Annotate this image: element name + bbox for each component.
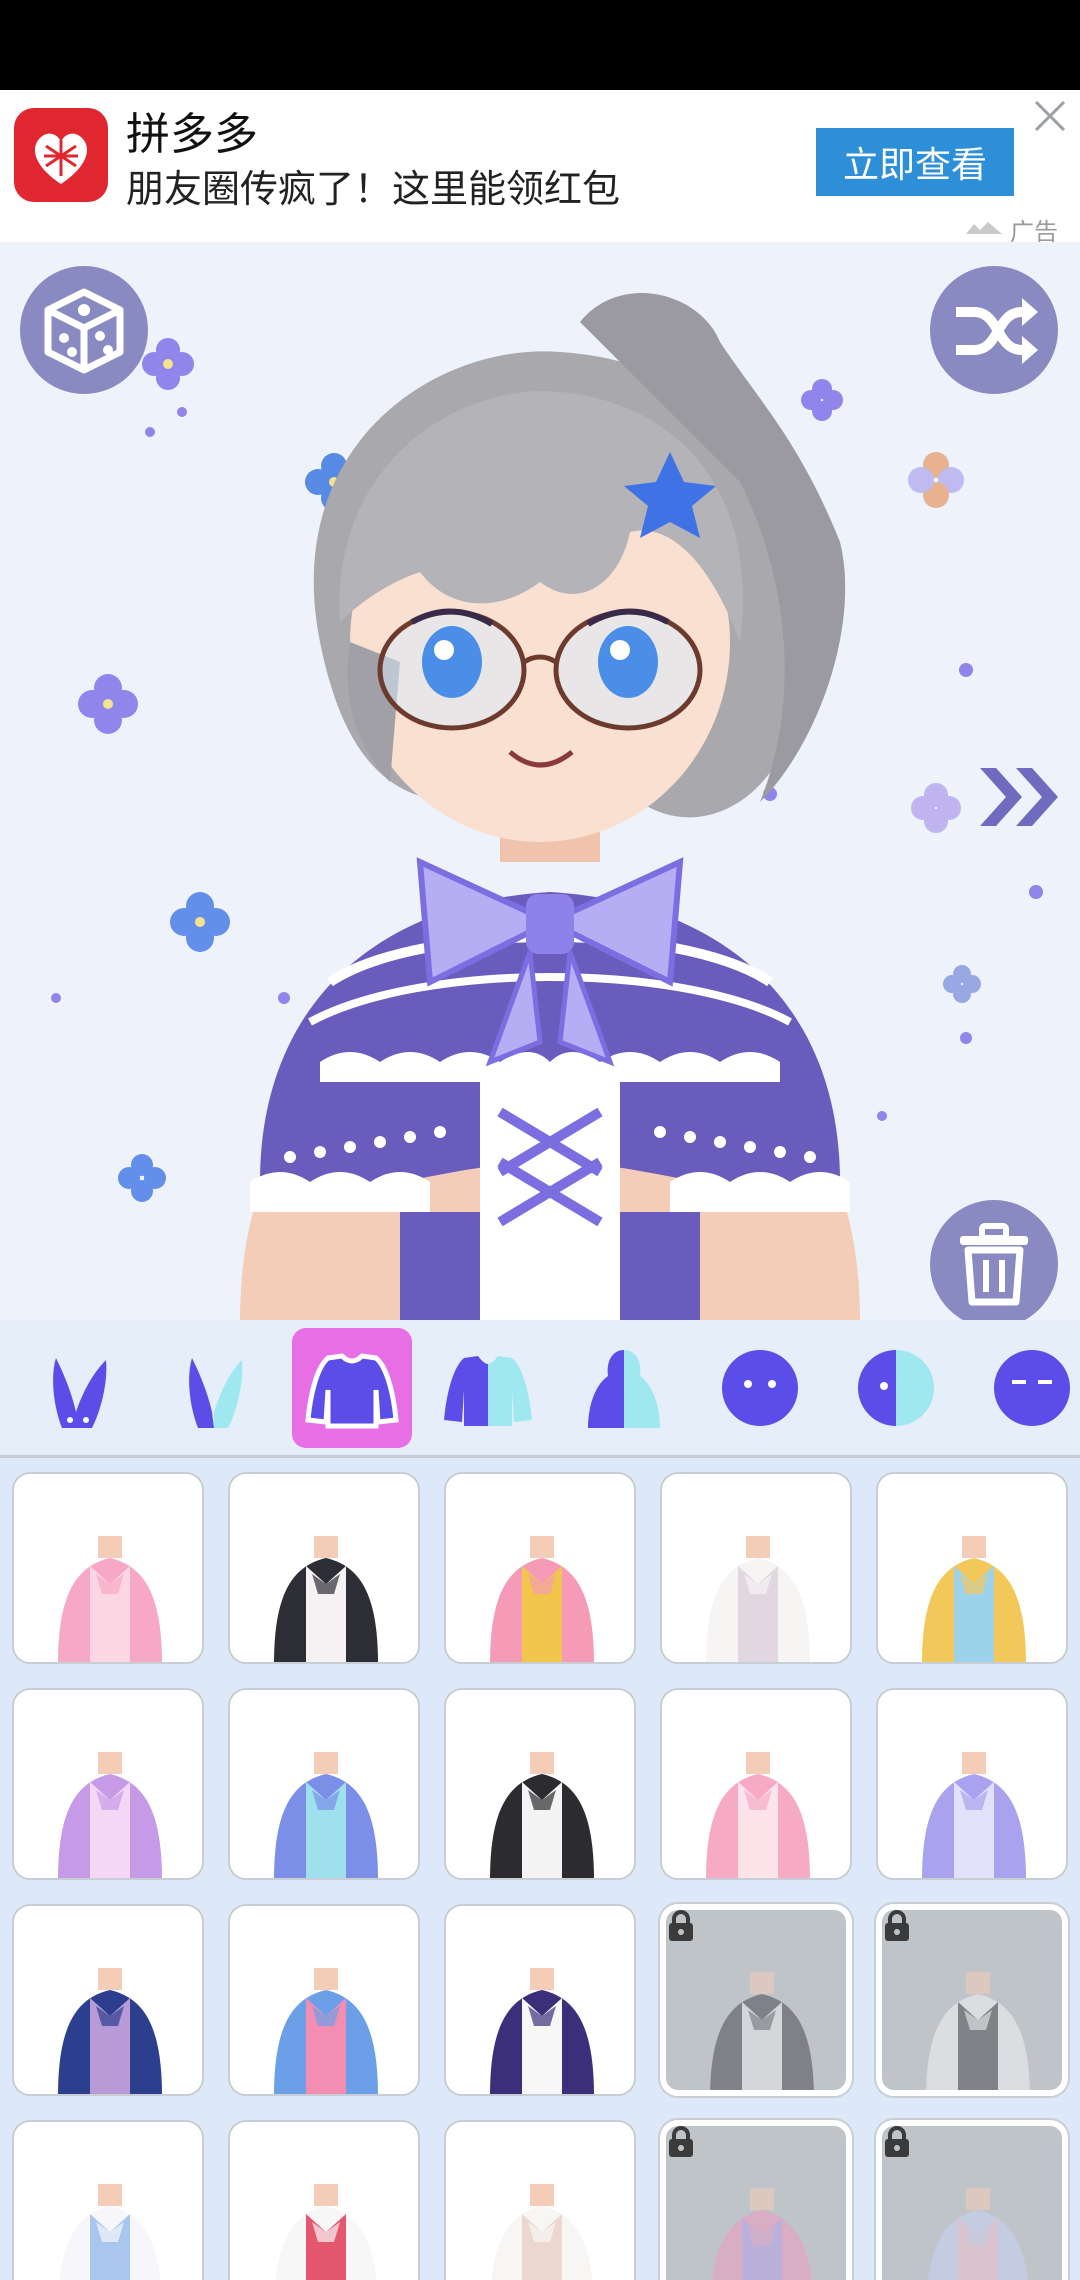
lock-icon bbox=[885, 2126, 909, 2157]
outfit-tile-blue-crop-top[interactable] bbox=[228, 1904, 420, 2096]
outfit-preview bbox=[275, 2184, 377, 2280]
face-circle-icon bbox=[722, 1350, 798, 1426]
category-toolbar bbox=[0, 1320, 1080, 1458]
outfit-tile-white-ruffle-crop[interactable] bbox=[876, 1904, 1068, 2096]
ad-banner[interactable]: 拼多多 朋友圈传疯了！这里能领红包 立即查看 广告 bbox=[0, 90, 1080, 246]
ad-mark-icon bbox=[966, 222, 1002, 234]
ad-view-now-button[interactable]: 立即查看 bbox=[816, 128, 1014, 196]
outfit-preview bbox=[274, 1968, 378, 2094]
random-button[interactable] bbox=[20, 266, 148, 394]
outfit-tile-white-crop-purple-jacket[interactable] bbox=[444, 1904, 636, 2096]
category-face[interactable] bbox=[700, 1328, 820, 1448]
bunny-ears-two-tone-icon bbox=[189, 1358, 243, 1428]
outfit-grid bbox=[0, 1458, 1080, 2280]
outfit-tile-black-suspender-outfit[interactable] bbox=[444, 1688, 636, 1880]
dice-icon bbox=[44, 288, 124, 374]
sweater-two-tone-icon bbox=[444, 1356, 532, 1426]
category-ears-color[interactable] bbox=[156, 1328, 276, 1448]
outfit-tile-navy-blazer[interactable] bbox=[12, 1904, 204, 2096]
outfit-tile-white-frill-blouse[interactable] bbox=[660, 1472, 852, 1664]
outfit-preview bbox=[58, 1968, 162, 2094]
outfit-preview bbox=[58, 1536, 162, 1662]
category-eyes[interactable] bbox=[972, 1328, 1080, 1448]
face-two-tone-icon bbox=[858, 1350, 934, 1426]
lock-icon bbox=[669, 2126, 693, 2157]
outfit-tile-lace-top[interactable] bbox=[876, 2120, 1068, 2280]
outfit-preview bbox=[922, 1752, 1026, 1878]
shuffle-button[interactable] bbox=[930, 266, 1058, 394]
character-avatar bbox=[240, 293, 860, 1320]
close-icon[interactable] bbox=[1030, 96, 1070, 136]
delete-button[interactable] bbox=[930, 1200, 1058, 1320]
pinduoduo-logo-icon bbox=[34, 133, 88, 184]
outfit-tile-pink-striped-shirt[interactable] bbox=[12, 1472, 204, 1664]
outfit-tile-white-lace-blouse[interactable] bbox=[12, 2120, 204, 2280]
category-tops-color[interactable] bbox=[428, 1328, 548, 1448]
lock-icon bbox=[669, 1910, 693, 1941]
app-logo[interactable] bbox=[14, 108, 108, 202]
bunny-ears-icon bbox=[53, 1358, 107, 1428]
double-chevron-right-icon[interactable] bbox=[976, 762, 1066, 832]
outfit-preview bbox=[490, 1752, 594, 1878]
shuffle-icon bbox=[956, 298, 1038, 364]
outfit-preview bbox=[491, 2184, 593, 2280]
outfit-preview bbox=[274, 1536, 378, 1662]
sweater-icon bbox=[305, 1353, 399, 1429]
outfit-preview bbox=[706, 1752, 810, 1878]
category-body[interactable] bbox=[564, 1328, 684, 1448]
torso-two-tone-icon bbox=[588, 1350, 660, 1428]
character-stage bbox=[0, 242, 1080, 1320]
outfit-preview bbox=[706, 1536, 810, 1662]
outfit-tile-pink-magical-outfit[interactable] bbox=[660, 2120, 852, 2280]
outfit-preview bbox=[59, 2184, 161, 2280]
closed-eyes-icon bbox=[994, 1350, 1070, 1426]
outfit-tile-blue-lolita-dress[interactable] bbox=[228, 1688, 420, 1880]
category-face-color[interactable] bbox=[836, 1328, 956, 1448]
outfit-tile-jacket-pink-bow[interactable] bbox=[228, 1472, 420, 1664]
outfit-tile-purple-offshoulder-dress[interactable] bbox=[12, 1688, 204, 1880]
outfit-preview bbox=[922, 1536, 1026, 1662]
outfit-tile-pink-frill-top[interactable] bbox=[660, 1688, 852, 1880]
outfit-tile-pink-dress-gold-bow[interactable] bbox=[444, 1472, 636, 1664]
outfit-preview bbox=[490, 1968, 594, 2094]
outfit-preview bbox=[490, 1536, 594, 1662]
trash-icon bbox=[960, 1223, 1028, 1306]
outfit-tile-grey-offshoulder-top[interactable] bbox=[660, 1904, 852, 2096]
category-tops[interactable] bbox=[292, 1328, 412, 1448]
outfit-tile-sailor-uniform[interactable] bbox=[228, 2120, 420, 2280]
outfit-preview bbox=[274, 1752, 378, 1878]
ad-app-name: 拼多多 bbox=[126, 109, 258, 160]
lock-icon bbox=[885, 1910, 909, 1941]
outfit-preview bbox=[58, 1752, 162, 1878]
category-ears[interactable] bbox=[20, 1328, 140, 1448]
ad-subtitle: 朋友圈传疯了！这里能领红包 bbox=[126, 167, 621, 211]
outfit-tile-lavender-camisole[interactable] bbox=[876, 1688, 1068, 1880]
outfit-tile-white-button-shirt[interactable] bbox=[444, 2120, 636, 2280]
status-bar bbox=[0, 0, 1080, 90]
outfit-tile-gold-bikini-top[interactable] bbox=[876, 1472, 1068, 1664]
